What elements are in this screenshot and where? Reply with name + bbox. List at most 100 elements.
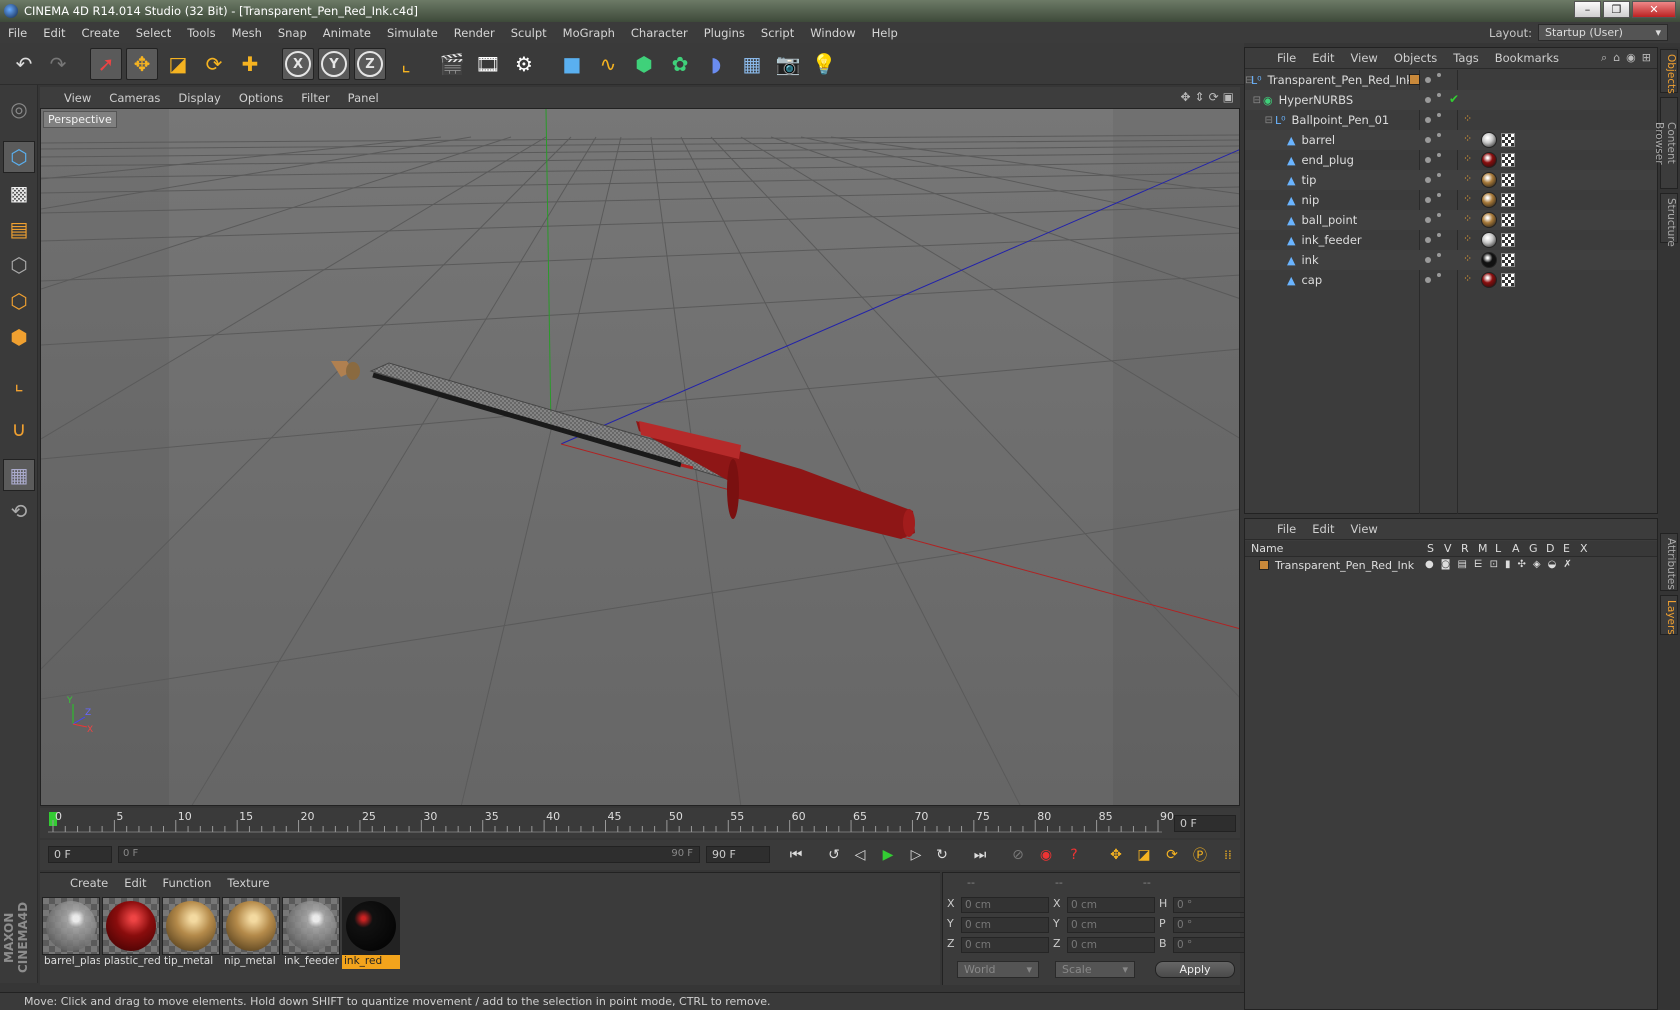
axis-mode-icon[interactable]: ⌞: [3, 367, 35, 399]
material-swatch[interactable]: barrel_plas: [42, 897, 100, 969]
next-frame-icon[interactable]: ▷: [904, 844, 928, 866]
workplane-lock-icon[interactable]: ▦: [3, 459, 35, 491]
goto-start-icon[interactable]: ⏮: [784, 844, 808, 866]
editor-visibility-dot[interactable]: [1425, 277, 1431, 283]
transform-tool-icon[interactable]: ✚: [234, 48, 266, 80]
size-z-field[interactable]: 0 cm: [1067, 937, 1155, 953]
make-editable-icon[interactable]: ◎: [3, 93, 35, 125]
layout-dropdown[interactable]: Startup (User) ▾: [1538, 24, 1668, 41]
layers-menu-view[interactable]: View: [1343, 522, 1386, 536]
menu-character[interactable]: Character: [623, 26, 696, 40]
object-name[interactable]: ink: [1301, 253, 1318, 267]
cube-primitive-icon[interactable]: ■: [556, 48, 588, 80]
menu-simulate[interactable]: Simulate: [379, 26, 446, 40]
menu-file[interactable]: File: [0, 26, 35, 40]
material-swatch[interactable]: plastic_red: [102, 897, 160, 969]
uvw-tag-icon[interactable]: [1501, 153, 1515, 167]
phong-tag-icon[interactable]: ⁘: [1463, 212, 1472, 225]
layer-col-manager[interactable]: M: [1478, 542, 1488, 555]
rotate-tool-icon[interactable]: ⟳: [198, 48, 230, 80]
menu-window[interactable]: Window: [802, 26, 863, 40]
key-position-icon[interactable]: ✥: [1104, 844, 1128, 866]
spline-pen-icon[interactable]: ∿: [592, 48, 624, 80]
current-frame-field[interactable]: 0 F: [1174, 815, 1236, 832]
menu-mesh[interactable]: Mesh: [224, 26, 270, 40]
menu-mograph[interactable]: MoGraph: [555, 26, 623, 40]
previous-keyframe-icon[interactable]: ↺: [822, 844, 846, 866]
uvw-tag-icon[interactable]: [1501, 213, 1515, 227]
editor-visibility-dot[interactable]: [1425, 97, 1431, 103]
material-tag-icon[interactable]: [1481, 252, 1497, 268]
key-rotation-icon[interactable]: ⟳: [1160, 844, 1184, 866]
editor-visibility-dot[interactable]: [1425, 217, 1431, 223]
render-visibility-dot[interactable]: [1437, 213, 1441, 217]
menu-script[interactable]: Script: [753, 26, 802, 40]
edges-mode-icon[interactable]: ⬡: [3, 285, 35, 317]
render-view-icon[interactable]: 🎬: [436, 48, 468, 80]
uvw-tag-icon[interactable]: [1501, 233, 1515, 247]
material-tag-icon[interactable]: [1481, 172, 1497, 188]
y-axis-lock-icon[interactable]: Y: [318, 48, 350, 80]
object-row[interactable]: ▲ cap ⁘: [1245, 270, 1657, 290]
tab-content-browser[interactable]: Content Browser: [1653, 97, 1678, 189]
layer-col-locked[interactable]: L: [1495, 542, 1501, 555]
layer-col-view[interactable]: V: [1444, 542, 1452, 555]
object-name[interactable]: HyperNURBS: [1279, 93, 1354, 107]
snap-magnet-icon[interactable]: ∪: [3, 413, 35, 445]
object-row[interactable]: ⊟ L⁰ Transparent_Pen_Red_Ink: [1245, 70, 1657, 90]
deformer-icon[interactable]: ◗: [700, 48, 732, 80]
solo-icon[interactable]: ●: [1425, 559, 1434, 570]
position-y-field[interactable]: 0 cm: [961, 917, 1049, 933]
render-visibility-dot[interactable]: [1437, 93, 1441, 97]
editor-visibility-dot[interactable]: [1425, 177, 1431, 183]
texture-mode-icon[interactable]: ▩: [3, 177, 35, 209]
render-picture-viewer-icon[interactable]: 🎞: [472, 48, 504, 80]
tab-objects[interactable]: Objects: [1660, 49, 1678, 94]
start-frame-field[interactable]: 0 F: [48, 846, 112, 863]
phong-tag-icon[interactable]: ⁘: [1463, 232, 1472, 245]
polygons-mode-icon[interactable]: ⬢: [3, 321, 35, 353]
new-panel-icon[interactable]: ⊞: [1642, 51, 1651, 65]
layer-toggles[interactable]: ● ◙ ▤ ⋿ ⊡ ▮ ✣ ◈ ◒ ✗: [1425, 559, 1572, 570]
render-visibility-dot[interactable]: [1437, 153, 1441, 157]
light-icon[interactable]: 💡: [808, 48, 840, 80]
view-icon[interactable]: ◙: [1441, 559, 1451, 570]
model-mode-icon[interactable]: ⬡: [3, 141, 35, 173]
redo-icon[interactable]: ↷: [42, 48, 74, 80]
render-visibility-dot[interactable]: [1437, 273, 1441, 277]
coordinate-system-icon[interactable]: ⌞: [390, 48, 422, 80]
render-settings-icon[interactable]: ⚙: [508, 48, 540, 80]
layer-col-animation[interactable]: A: [1512, 542, 1520, 555]
generator-icon[interactable]: ✣: [1518, 559, 1526, 570]
eye-icon[interactable]: ◉: [1626, 51, 1636, 65]
viewport-menu-filter[interactable]: Filter: [292, 91, 338, 105]
material-tag-icon[interactable]: [1481, 132, 1497, 148]
expand-toggle-icon[interactable]: ⊟: [1245, 115, 1275, 126]
render-visibility-dot[interactable]: [1437, 193, 1441, 197]
x-axis-lock-icon[interactable]: X: [282, 48, 314, 80]
size-y-field[interactable]: 0 cm: [1067, 917, 1155, 933]
key-parameter-icon[interactable]: Ⓟ: [1188, 844, 1212, 866]
solo-mode-icon[interactable]: ⟲: [3, 495, 35, 527]
close-button[interactable]: ✕: [1632, 1, 1676, 18]
menu-plugins[interactable]: Plugins: [696, 26, 753, 40]
editor-visibility-dot[interactable]: [1425, 257, 1431, 263]
uvw-tag-icon[interactable]: [1501, 273, 1515, 287]
apply-button[interactable]: Apply: [1155, 961, 1235, 978]
object-row[interactable]: ▲ tip ⁘: [1245, 170, 1657, 190]
render-visibility-dot[interactable]: [1437, 113, 1441, 117]
object-row[interactable]: ▲ nip ⁘: [1245, 190, 1657, 210]
live-selection-icon[interactable]: ➚: [90, 48, 122, 80]
key-pla-icon[interactable]: ⁞⁞: [1216, 844, 1240, 866]
move-tool-icon[interactable]: ✥: [126, 48, 158, 80]
orbit-icon[interactable]: ⟳: [1209, 90, 1219, 104]
layer-col-generators[interactable]: G: [1529, 542, 1538, 555]
menu-sculpt[interactable]: Sculpt: [503, 26, 555, 40]
menu-edit[interactable]: Edit: [35, 26, 73, 40]
object-name[interactable]: nip: [1301, 193, 1319, 207]
tab-attributes[interactable]: Attributes: [1660, 533, 1678, 591]
preview-range-slider[interactable]: 0 F 90 F: [118, 846, 700, 863]
enabled-check-icon[interactable]: ✔: [1449, 92, 1459, 106]
viewport-menu-options[interactable]: Options: [230, 91, 292, 105]
layer-col-xref[interactable]: X: [1580, 542, 1588, 555]
